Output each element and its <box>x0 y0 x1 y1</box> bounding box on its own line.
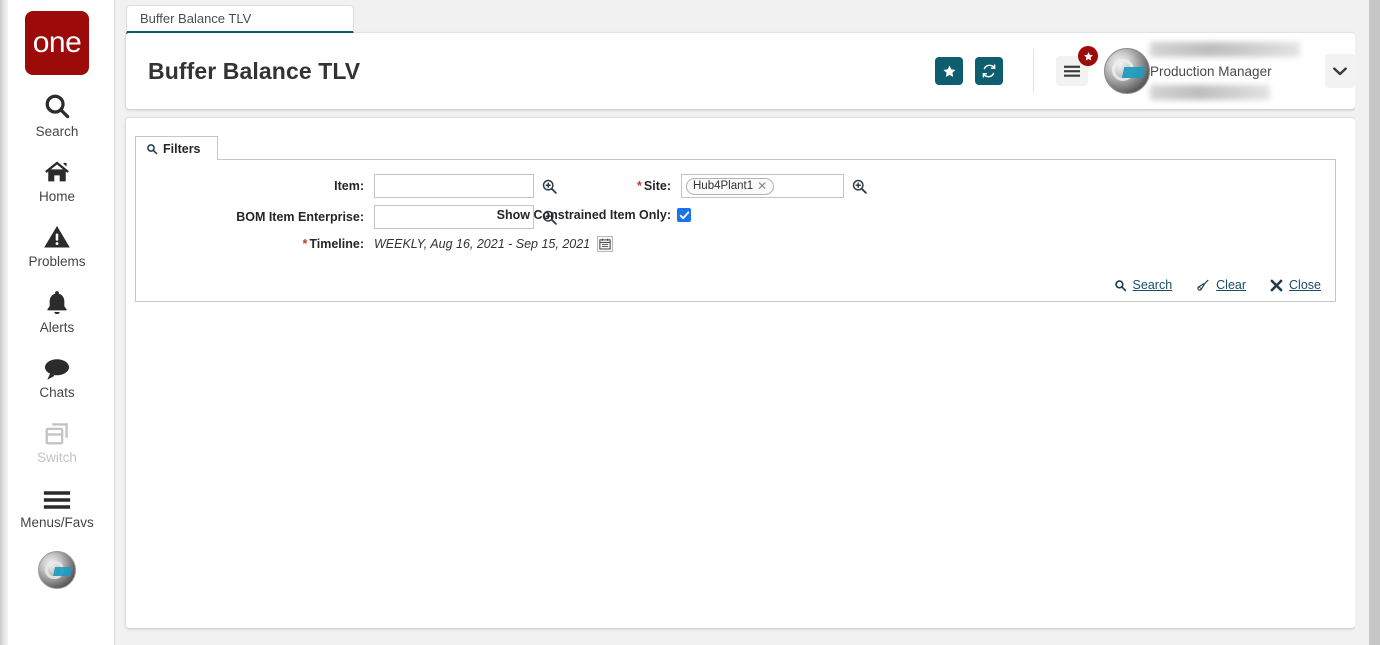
user-role-label: Production Manager <box>1150 63 1272 79</box>
close-x-icon <box>1270 279 1283 292</box>
favorite-button[interactable] <box>935 57 963 85</box>
sidebar-item-problems[interactable]: Problems <box>0 205 115 270</box>
page-header: Buffer Balance TLV Production Manager <box>126 33 1355 109</box>
field-row-timeline: * Timeline: WEEKLY, Aug 16, 2021 - Sep 15… <box>136 236 614 252</box>
filters-panel: Item: BOM Item Enterprise: * Timeline: W… <box>135 159 1336 302</box>
search-icon <box>42 91 72 121</box>
switch-icon <box>43 417 71 447</box>
redacted-user-detail <box>1150 85 1270 100</box>
required-marker: * <box>302 237 308 251</box>
main-content-panel: Filters Item: BOM Item Enterprise: * Tim… <box>126 118 1355 628</box>
field-row-item: Item: <box>136 174 558 198</box>
broom-icon <box>1196 278 1210 292</box>
redacted-user-name <box>1150 42 1300 57</box>
tab-label: Buffer Balance TLV <box>140 11 252 26</box>
filters-tab-label: Filters <box>163 141 201 156</box>
clear-button-label: Clear <box>1216 278 1247 292</box>
hamburger-icon <box>42 482 72 512</box>
tab-buffer-balance-tlv[interactable]: Buffer Balance TLV <box>126 5 354 34</box>
bell-icon <box>43 287 71 317</box>
user-menu-toggle[interactable] <box>1325 54 1355 88</box>
chat-icon <box>42 352 72 382</box>
rail-edge-shadow <box>0 0 8 645</box>
page-title: Buffer Balance TLV <box>148 57 361 84</box>
page-scrollbar[interactable] <box>1369 0 1380 645</box>
header-divider <box>1033 49 1034 93</box>
star-icon <box>942 64 957 79</box>
check-icon <box>679 210 690 221</box>
bom-item-enterprise-label: BOM Item Enterprise: <box>236 210 364 224</box>
star-badge-icon <box>1078 46 1098 66</box>
sidebar-item-label: Search <box>35 124 79 139</box>
search-icon <box>1114 279 1127 292</box>
filter-actions: Search Clear Close <box>1114 278 1321 292</box>
sidebar-item-menus-favs[interactable]: Menus/Favs <box>0 466 115 531</box>
item-lookup-button[interactable] <box>541 178 558 195</box>
close-button[interactable]: Close <box>1270 278 1321 292</box>
sidebar-item-label: Switch <box>37 449 77 465</box>
timeline-value[interactable]: WEEKLY, Aug 16, 2021 - Sep 15, 2021 <box>374 237 590 251</box>
filters-tab[interactable]: Filters <box>135 136 218 160</box>
timeline-label: * Timeline: <box>302 237 364 251</box>
refresh-button[interactable] <box>975 57 1003 85</box>
site-label: * Site: <box>637 179 671 193</box>
sidebar-avatar[interactable] <box>38 551 76 590</box>
site-lookup-button[interactable] <box>851 178 868 195</box>
site-input[interactable]: Hub4Plant1 ✕ <box>681 174 844 198</box>
sidebar-item-label: Home <box>38 189 75 205</box>
refresh-icon <box>981 63 997 79</box>
sidebar-item-label: Chats <box>39 384 75 400</box>
sidebar-item-switch: Switch <box>0 401 115 466</box>
show-constrained-item-only-checkbox[interactable] <box>677 208 691 222</box>
clear-button[interactable]: Clear <box>1196 278 1246 292</box>
site-chip-label: Hub4Plant1 <box>693 180 754 192</box>
tab-strip: Buffer Balance TLV <box>126 5 1355 34</box>
field-row-show-constrained-item-only: Show Constrained Item Only: <box>467 208 691 222</box>
warning-icon <box>42 221 72 251</box>
application-window: one Search Home Problems Alerts Chats Sw… <box>0 0 1380 645</box>
search-button-label: Search <box>1132 278 1173 292</box>
sidebar-item-label: Alerts <box>39 319 75 335</box>
sidebar-item-chats[interactable]: Chats <box>0 336 115 401</box>
item-label: Item: <box>334 179 364 193</box>
item-input[interactable] <box>374 174 534 198</box>
sidebar-item-alerts[interactable]: Alerts <box>0 271 115 336</box>
close-x-icon[interactable]: ✕ <box>757 180 767 192</box>
header-actions: Production Manager <box>923 33 1355 109</box>
required-marker: * <box>637 179 642 193</box>
page-right-gutter <box>1355 0 1369 645</box>
site-chip: Hub4Plant1 ✕ <box>686 177 775 195</box>
home-icon <box>42 156 72 186</box>
sidebar-item-label: Menus/Favs <box>20 515 94 531</box>
timeline-calendar-button[interactable] <box>597 236 614 252</box>
sidebar-item-home[interactable]: Home <box>0 140 115 205</box>
user-menu[interactable]: Production Manager <box>1144 40 1319 102</box>
search-icon <box>146 143 158 155</box>
hamburger-icon <box>1064 65 1080 78</box>
sidebar-item-search[interactable]: Search <box>0 75 115 140</box>
left-navigation-rail: one Search Home Problems Alerts Chats Sw… <box>0 0 115 645</box>
header-menu-button[interactable] <box>1056 46 1098 86</box>
field-row-site: * Site: Hub4Plant1 ✕ <box>591 174 868 198</box>
search-button[interactable]: Search <box>1114 278 1173 292</box>
show-constrained-item-only-label: Show Constrained Item Only: <box>496 208 671 222</box>
sidebar-item-label: Problems <box>28 254 86 270</box>
one-logo[interactable]: one <box>25 11 89 75</box>
chevron-down-icon <box>1333 66 1347 76</box>
close-button-label: Close <box>1289 278 1321 292</box>
